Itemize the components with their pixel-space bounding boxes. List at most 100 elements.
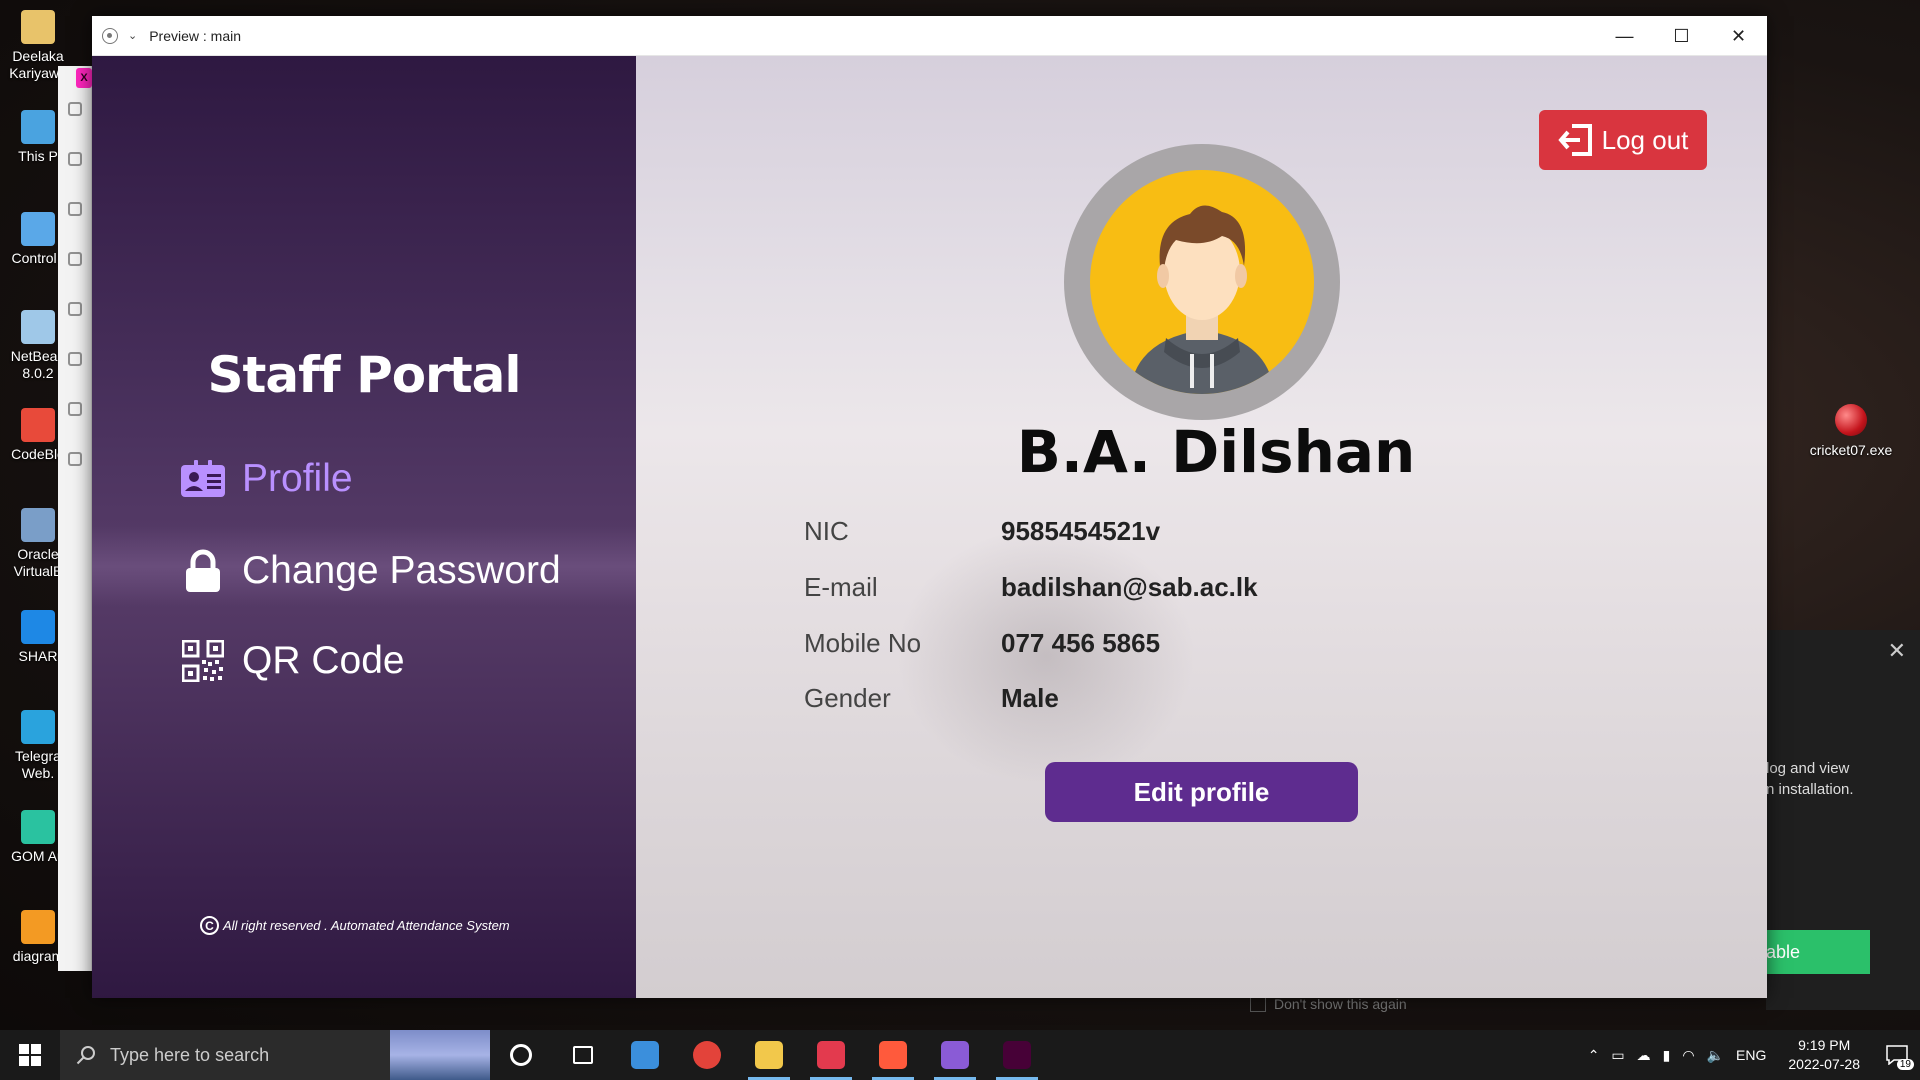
chevron-down-icon[interactable]: ⌄: [128, 29, 137, 42]
app-icon: [21, 310, 55, 344]
sidebar-item-profile[interactable]: Profile: [180, 456, 353, 502]
lock-icon: [180, 548, 226, 594]
taskbar-app-adobe-xd[interactable]: [986, 1030, 1048, 1080]
email-label: E-mail: [804, 572, 878, 602]
sidebar-item-label: Profile: [242, 457, 353, 500]
sidebar-item-label: QR Code: [242, 639, 405, 682]
chevron-up-icon[interactable]: ⌃: [1588, 1047, 1600, 1064]
app-icon: [21, 10, 55, 44]
sidebar: Staff Portal Profile Change Password QR …: [92, 56, 636, 998]
app-icon: [21, 508, 55, 542]
footer-text: All right reserved . Automated Attendanc…: [223, 918, 510, 933]
desktop-icon-label: cricket07.exe: [1809, 442, 1893, 458]
line-tool-icon: [67, 352, 82, 366]
sidebar-item-label: Change Password: [242, 549, 561, 592]
logout-button[interactable]: Log out: [1539, 110, 1707, 170]
sidebar-item-qr-code[interactable]: QR Code: [180, 638, 405, 684]
xd-tool-strip: [58, 66, 92, 971]
dont-show-label: Don't show this again: [1274, 996, 1407, 1012]
notification-panel: ✕ log and view n installation. able: [1766, 630, 1920, 1010]
clock-date: 2022-07-28: [1788, 1056, 1860, 1072]
notification-enable-button[interactable]: able: [1766, 930, 1870, 974]
minimize-button[interactable]: —: [1596, 16, 1653, 56]
logout-icon: [1557, 124, 1592, 156]
cortana-icon: [510, 1044, 532, 1066]
notification-count: 19: [1896, 1059, 1914, 1070]
taskbar-app-mail[interactable]: [614, 1030, 676, 1080]
volume-icon[interactable]: 🔈: [1707, 1047, 1724, 1064]
notification-center-icon[interactable]: 19: [1882, 1040, 1914, 1070]
taskbar-app-chrome[interactable]: [676, 1030, 738, 1080]
avatar: [1064, 144, 1340, 420]
search-placeholder: Type here to search: [110, 1044, 270, 1065]
maximize-button[interactable]: ☐: [1653, 16, 1710, 56]
chrome-icon: [693, 1041, 721, 1069]
nic-value: 9585454521v: [1001, 516, 1161, 546]
meet-now-icon[interactable]: ▭: [1611, 1047, 1624, 1064]
user-name: B.A. Dilshan: [1016, 418, 1416, 486]
window-titlebar[interactable]: ⌄ Preview : main — ☐ ✕: [92, 16, 1767, 56]
mobile-label: Mobile No: [804, 628, 922, 658]
visual-studio-icon: [941, 1041, 969, 1069]
notification-text: log and view n installation.: [1766, 760, 1854, 798]
app-icon: [21, 212, 55, 246]
email-value: badilshan@sab.ac.lk: [1001, 572, 1258, 602]
logout-label: Log out: [1601, 124, 1689, 155]
sidebar-item-change-password[interactable]: Change Password: [180, 548, 561, 594]
checkbox-icon[interactable]: [1250, 996, 1266, 1012]
wifi-icon[interactable]: ◠: [1682, 1047, 1694, 1064]
xd-logo-icon: X: [76, 68, 92, 88]
gender-label: Gender: [804, 683, 891, 713]
taskbar-apps: [490, 1030, 1048, 1080]
sidebar-footer: C All right reserved . Automated Attenda…: [200, 916, 510, 935]
start-button[interactable]: [0, 1030, 60, 1080]
taskbar-app-camera-app[interactable]: [862, 1030, 924, 1080]
adobe-xd-icon: [1003, 1041, 1031, 1069]
taskbar-app-cortana[interactable]: [490, 1030, 552, 1080]
ellipse-tool-icon: [67, 252, 82, 266]
app-icon: [21, 610, 55, 644]
clock-time: 9:19 PM: [1798, 1037, 1851, 1053]
polygon-tool-icon: [67, 302, 82, 316]
pen-tool-icon: [67, 402, 82, 416]
search-highlight-image: [390, 1030, 490, 1080]
qr-code-icon: [180, 638, 226, 684]
window-title: Preview : main: [149, 27, 242, 44]
mobile-value: 077 456 5865: [1001, 628, 1161, 658]
taskbar-app-task-view[interactable]: [552, 1030, 614, 1080]
rectangle-tool-icon: [67, 202, 82, 216]
brand-title: Staff Portal: [207, 346, 522, 404]
profile-panel: Log out B.A. Dilshan NIC 9585454521v E-m…: [636, 56, 1767, 998]
text-tool-icon: [67, 452, 82, 466]
record-icon[interactable]: [102, 27, 118, 44]
cricket-ball-icon: [1835, 404, 1867, 436]
battery-icon[interactable]: ▮: [1663, 1047, 1671, 1064]
app-icon: [21, 110, 55, 144]
app-icon: [21, 810, 55, 844]
mail-icon: [631, 1041, 659, 1069]
taskbar: Type here to search ⌃ ▭ ☁ ▮ ◠ 🔈 ENG 9:19…: [0, 1030, 1920, 1080]
app-icon: [21, 408, 55, 442]
taskbar-app-visual-studio[interactable]: [924, 1030, 986, 1080]
clock[interactable]: 9:19 PM 2022-07-28: [1788, 1036, 1860, 1074]
home-icon: [67, 102, 82, 116]
language-indicator[interactable]: ENG: [1736, 1047, 1766, 1063]
taskbar-search-input[interactable]: Type here to search: [60, 1030, 490, 1080]
system-tray: ⌃ ▭ ☁ ▮ ◠ 🔈 ENG 9:19 PM 2022-07-28 19: [1588, 1030, 1920, 1080]
close-button[interactable]: ✕: [1710, 16, 1767, 56]
onedrive-icon[interactable]: ☁: [1637, 1047, 1651, 1064]
nic-label: NIC: [804, 516, 849, 546]
preview-window: ⌄ Preview : main — ☐ ✕ Staff Portal Prof…: [92, 16, 1767, 998]
desktop-icon-cricket[interactable]: cricket07.exe: [1796, 404, 1906, 458]
search-icon: [76, 1046, 95, 1065]
copyright-icon: C: [200, 916, 219, 935]
screen-recorder-icon: [817, 1041, 845, 1069]
app-icon: [21, 910, 55, 944]
dont-show-checkbox[interactable]: Don't show this again: [1250, 996, 1407, 1012]
taskbar-app-file-explorer[interactable]: [738, 1030, 800, 1080]
edit-profile-button[interactable]: Edit profile: [1045, 762, 1358, 822]
id-card-icon: [180, 456, 226, 502]
app-icon: [21, 710, 55, 744]
taskbar-app-screen-recorder[interactable]: [800, 1030, 862, 1080]
close-icon[interactable]: ✕: [1888, 638, 1906, 664]
